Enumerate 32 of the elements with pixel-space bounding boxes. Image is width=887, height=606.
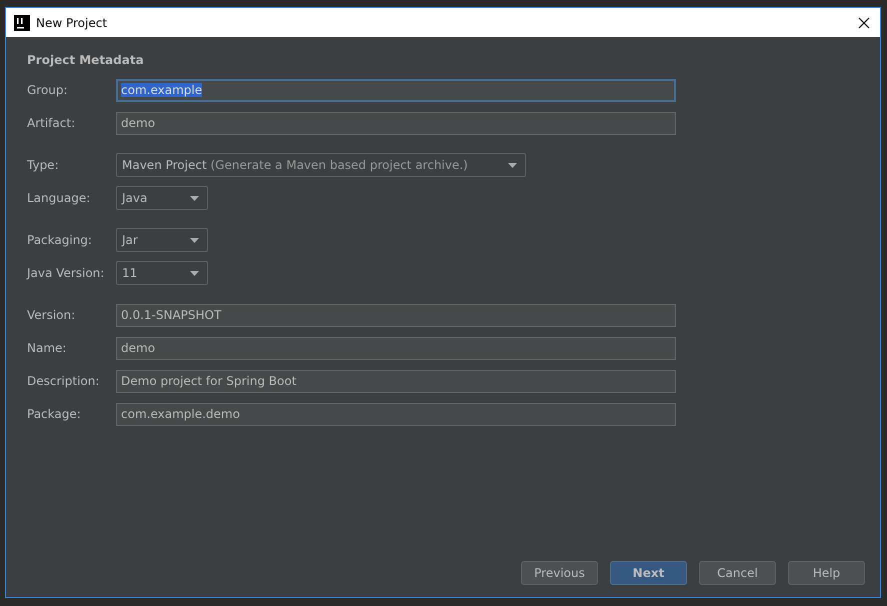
field-label: Packaging: <box>27 233 93 247</box>
field-label: Language: <box>27 191 92 205</box>
window-title: New Project <box>36 16 108 30</box>
close-icon[interactable] <box>858 16 870 28</box>
caret-icon <box>190 270 199 276</box>
field-label: Group: <box>27 83 69 97</box>
text-field[interactable]: Demo project for Spring Boot <box>116 370 676 392</box>
dialog-button[interactable]: Next <box>610 561 687 585</box>
field-label: Artifact: <box>27 116 76 130</box>
dropdown[interactable]: 11 <box>116 261 208 285</box>
caret-icon <box>190 238 199 242</box>
dropdown[interactable]: Jar <box>116 228 208 252</box>
text-field[interactable]: 0.0.1-SNAPSHOT <box>116 304 676 326</box>
dropdown[interactable]: Java <box>116 186 208 210</box>
text-field[interactable]: com.example <box>116 78 676 102</box>
field-label: Description: <box>27 374 100 388</box>
dialog-button[interactable]: Cancel <box>699 561 776 585</box>
field-label: Version: <box>27 308 76 322</box>
text-field[interactable]: com.example.demo <box>116 402 676 426</box>
section-title: Project Metadata <box>27 53 145 67</box>
field-label: Name: <box>27 341 68 355</box>
dropdown[interactable]: Maven Project (Generate a Maven based project archive.) <box>116 153 526 177</box>
field-label: Type: <box>27 158 60 172</box>
dialog-button[interactable]: Previous <box>521 561 598 585</box>
caret-icon <box>508 162 517 168</box>
app-logo-icon <box>14 14 30 30</box>
dialog-button[interactable]: Help <box>788 561 865 585</box>
text-field[interactable]: demo <box>116 112 676 134</box>
field-label: Java Version: <box>27 266 106 280</box>
text-field[interactable]: demo <box>116 336 676 360</box>
caret-icon <box>190 196 199 200</box>
field-label: Package: <box>27 407 82 421</box>
